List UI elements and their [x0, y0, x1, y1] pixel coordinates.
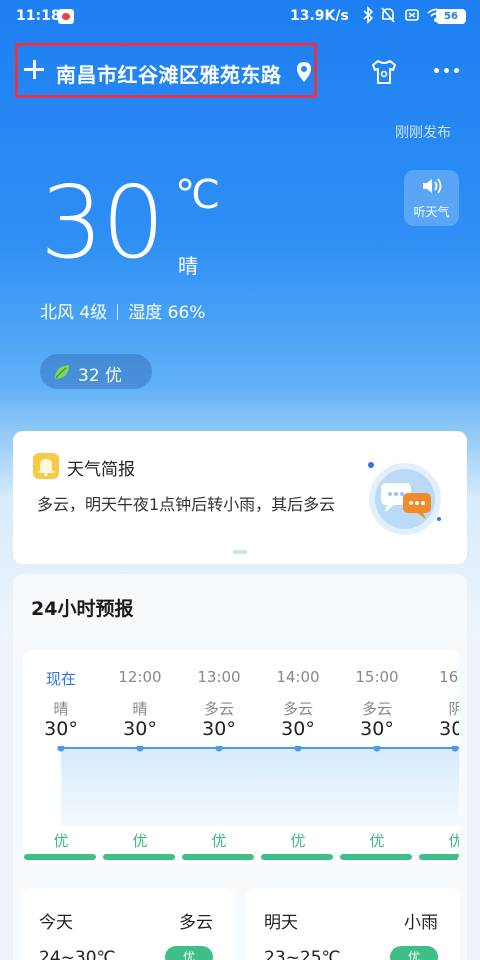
hour-aqi-bar: [419, 854, 459, 860]
hourly-scroll-panel[interactable]: 现在 晴 30° 优 12:00 晴 30° 优 13:00 多云 30° 优 …: [23, 650, 459, 864]
wind-text: 北风 4级: [40, 303, 108, 323]
hour-condition: 多云: [203, 700, 234, 718]
leaf-icon: [52, 362, 72, 382]
hour-aqi-bar: [182, 854, 254, 860]
mute-bell-icon: [380, 6, 396, 24]
hour-time: 12:00: [118, 668, 162, 686]
day-temp-range: 24~30℃: [39, 948, 116, 960]
day-condition: 小雨: [404, 913, 438, 933]
sim-icon: [404, 6, 420, 24]
speaker-icon: [421, 177, 443, 195]
add-city-icon[interactable]: [24, 58, 44, 80]
hour-condition: 阴: [448, 700, 459, 718]
day-aqi-badge: 优: [390, 946, 438, 960]
day-aqi-badge: 优: [165, 946, 213, 960]
hour-aqi: 优: [53, 832, 69, 850]
day-name: 今天: [39, 913, 73, 933]
temperature-unit: ℃: [175, 172, 220, 218]
network-speed: 13.9K/s: [290, 8, 349, 24]
hour-aqi-bar: [103, 854, 175, 860]
current-condition: 晴: [178, 254, 198, 278]
more-options-icon[interactable]: [434, 68, 460, 76]
hour-aqi: 优: [132, 832, 148, 850]
hour-temperature: 30°: [202, 718, 236, 740]
humidity-text: 湿度 66%: [128, 303, 206, 323]
hour-aqi: 优: [448, 832, 459, 850]
temperature-curve: [57, 746, 459, 826]
hour-temperature: 30°: [123, 718, 157, 740]
hour-condition: 晴: [132, 700, 148, 718]
location-pin-icon[interactable]: [294, 61, 314, 83]
tomorrow-forecast-card[interactable]: 明天 小雨 23~25℃ 优: [246, 888, 460, 960]
status-bar: 11:18 13.9K/s 56: [0, 0, 480, 34]
battery-indicator: 56: [436, 9, 466, 24]
hour-time: 15:00: [355, 668, 399, 686]
hour-aqi: 优: [369, 832, 385, 850]
hour-time: 现在: [45, 670, 76, 688]
bluetooth-icon: [360, 6, 376, 24]
carousel-indicator: [233, 550, 247, 554]
wind-humidity-row: 北风 4级 湿度 66%: [40, 298, 205, 323]
weather-brief-card[interactable]: 天气简报 多云，明天午夜1点钟后转小雨，其后多云: [13, 431, 467, 564]
hourly-forecast-card: 24小时预报 现在 晴 30° 优 12:00 晴 30° 优 13:00 多云…: [13, 574, 467, 960]
hour-aqi-bar: [24, 854, 96, 860]
listen-weather-label: 听天气: [413, 205, 450, 219]
hour-aqi-bar: [340, 854, 412, 860]
brief-text: 多云，明天午夜1点钟后转小雨，其后多云: [37, 495, 336, 514]
publish-time: 刚刚发布: [395, 125, 451, 141]
divider: [117, 304, 119, 320]
dressing-index-icon[interactable]: [369, 58, 399, 86]
hour-condition: 多云: [282, 700, 313, 718]
status-time: 11:18: [16, 8, 61, 24]
day-temp-range: 23~25℃: [264, 948, 341, 960]
app-notification-icon: [58, 9, 74, 24]
chat-bubbles-illustration: [365, 459, 445, 539]
hour-time: 14:00: [276, 668, 320, 686]
day-condition: 多云: [179, 913, 213, 933]
day-name: 明天: [264, 913, 298, 933]
hour-time: 16:0: [439, 668, 459, 686]
listen-weather-button[interactable]: 听天气: [404, 170, 459, 226]
hour-aqi-bar: [261, 854, 333, 860]
hour-condition: 晴: [53, 700, 69, 718]
bell-icon: [33, 453, 59, 479]
today-forecast-card[interactable]: 今天 多云 24~30℃ 优: [21, 888, 235, 960]
current-temperature: 30: [40, 164, 165, 281]
hour-time: 13:00: [197, 668, 241, 686]
hour-temperature: 30°: [360, 718, 394, 740]
hour-aqi: 优: [211, 832, 227, 850]
location-name[interactable]: 南昌市红谷滩区雅苑东路: [56, 59, 282, 88]
hour-condition: 多云: [361, 700, 392, 718]
hourly-forecast-title: 24小时预报: [31, 598, 134, 620]
hour-temperature: 30°: [44, 718, 78, 740]
hour-temperature: 30°: [439, 718, 459, 740]
brief-title: 天气简报: [67, 460, 135, 480]
aqi-badge[interactable]: 32 优: [40, 354, 152, 389]
hour-aqi: 优: [290, 832, 306, 850]
hour-temperature: 30°: [281, 718, 315, 740]
aqi-value: 32 优: [78, 366, 123, 386]
